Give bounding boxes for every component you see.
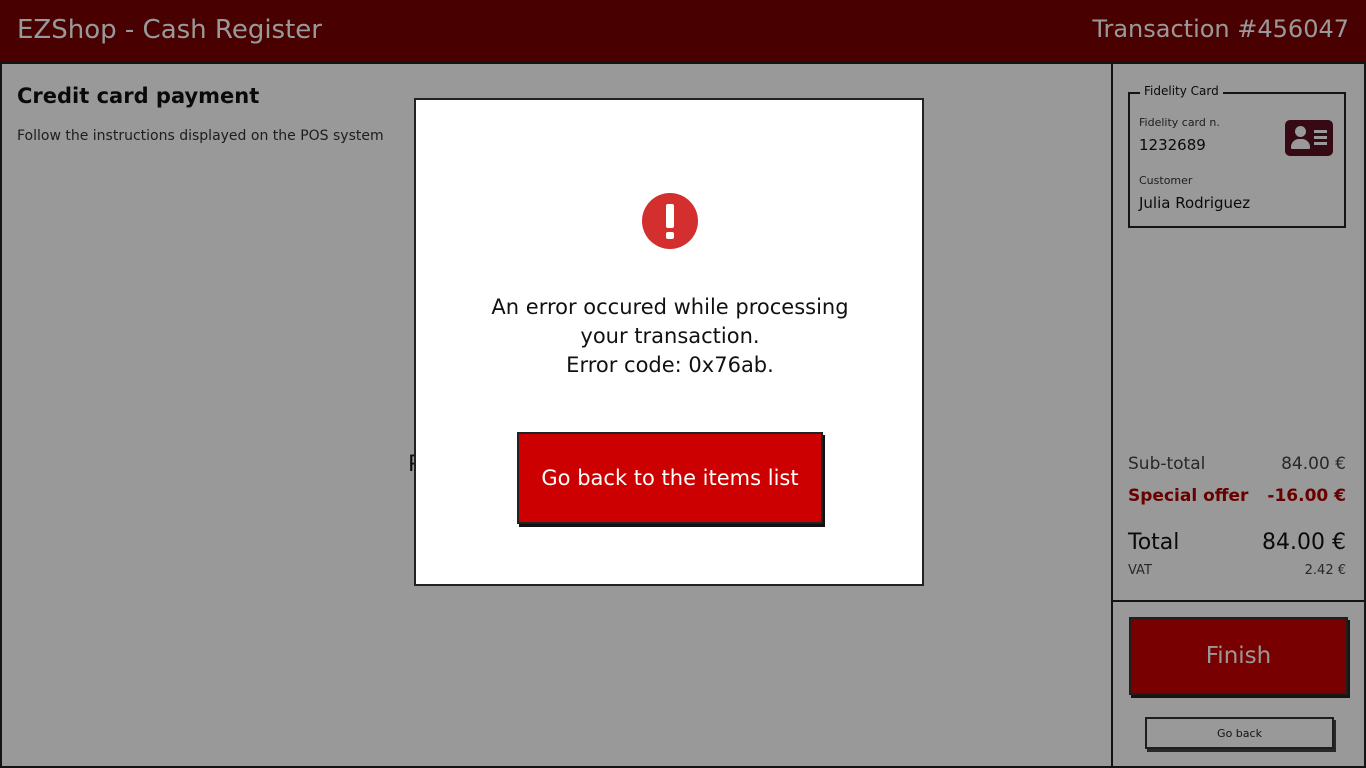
error-message-line: your transaction. xyxy=(580,324,760,348)
go-back-to-items-button[interactable]: Go back to the items list xyxy=(517,432,823,524)
error-message-line: An error occured while processing xyxy=(491,295,849,319)
error-dialog: An error occured while processing your t… xyxy=(414,98,924,586)
modal-overlay: P An error occured while processing your… xyxy=(0,0,1366,768)
error-code-line: Error code: 0x76ab. xyxy=(566,353,774,377)
error-message: An error occured while processing your t… xyxy=(436,293,904,380)
error-icon xyxy=(642,193,698,249)
